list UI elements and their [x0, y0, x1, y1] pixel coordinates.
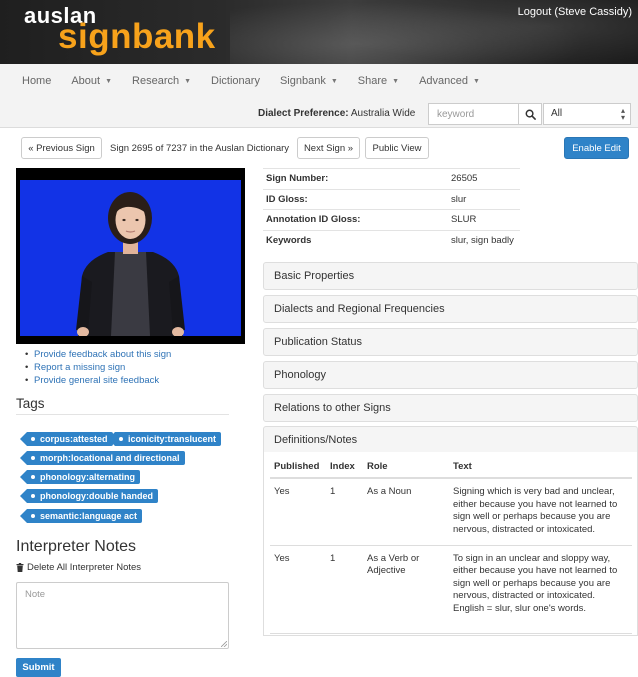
trash-icon: [16, 563, 24, 572]
info-row-annotation-gloss: Annotation ID Gloss: SLUR: [263, 209, 520, 230]
info-label: Annotation ID Gloss:: [263, 209, 448, 230]
feedback-links: Provide feedback about this sign Report …: [25, 348, 171, 387]
col-text: Text: [449, 456, 632, 479]
panel-basic-properties[interactable]: Basic Properties: [263, 262, 638, 290]
definition-index: 1: [326, 478, 363, 546]
nav-share[interactable]: Share ▼: [358, 72, 399, 90]
nav-signbank[interactable]: Signbank ▼: [280, 72, 338, 90]
submit-note-button[interactable]: Submit: [16, 658, 61, 677]
interpreter-notes-heading: Interpreter Notes: [16, 538, 137, 555]
panel-definitions-notes[interactable]: Definitions/Notes: [263, 426, 638, 454]
caret-down-icon: ▼: [330, 77, 338, 85]
select-arrows-icon: ▴ ▾: [620, 106, 625, 122]
video-frame: [20, 180, 241, 336]
tags-heading: Tags: [16, 396, 45, 411]
search-input[interactable]: [428, 103, 519, 125]
search-scope-value: All: [551, 108, 563, 119]
logo-signbank: signbank: [58, 17, 216, 56]
dialect-value: Australia Wide: [350, 108, 416, 119]
definition-role: As a Noun: [363, 478, 449, 546]
info-row-sign-number: Sign Number: 26505: [263, 168, 520, 189]
definition-text: To sign in an unclear and sloppy way, ei…: [449, 545, 632, 634]
search-scope-select[interactable]: All ▴ ▾: [543, 103, 631, 125]
info-row-keywords: Keywords slur, sign badly: [263, 229, 520, 251]
nav-menu: Home About ▼ Research ▼ Dictionary Signban…: [22, 72, 500, 90]
nav-advanced[interactable]: Advanced ▼: [419, 72, 480, 90]
resize-grip-icon[interactable]: [221, 641, 227, 647]
tags-divider: [16, 414, 229, 415]
caret-down-icon: ▼: [184, 77, 192, 85]
tag-morph-locational[interactable]: morph:locational and directional: [20, 451, 185, 465]
enable-edit-button[interactable]: Enable Edit: [564, 137, 629, 159]
table-row: Yes 1 As a Noun Signing which is very ba…: [270, 478, 632, 546]
definition-text: Signing which is very bad and unclear, e…: [449, 478, 632, 546]
caret-down-icon: ▼: [473, 77, 480, 85]
info-label: Keywords: [263, 229, 448, 251]
report-missing-sign-link[interactable]: Report a missing sign: [25, 361, 171, 374]
definitions-table: Published Index Role Text Yes 1 As a Nou…: [270, 456, 632, 634]
public-view-button[interactable]: Public View: [365, 137, 429, 159]
info-row-id-gloss: ID Gloss: slur: [263, 188, 520, 210]
next-sign-button[interactable]: Next Sign »: [297, 137, 360, 159]
caret-down-icon: ▼: [105, 77, 113, 85]
site-logo[interactable]: auslan signbank: [0, 0, 230, 64]
panel-dialects[interactable]: Dialects and Regional Frequencies: [263, 295, 638, 323]
previous-sign-button[interactable]: « Previous Sign: [21, 137, 102, 159]
tag-phonology-double-handed[interactable]: phonology:double handed: [20, 489, 158, 503]
nav-dictionary[interactable]: Dictionary: [211, 72, 260, 90]
definition-published: Yes: [270, 478, 326, 546]
delete-interpreter-notes[interactable]: Delete All Interpreter Notes: [16, 562, 141, 573]
site-header: auslan signbank Logout (Steve Cassidy): [0, 0, 638, 64]
nav-about[interactable]: About ▼: [71, 72, 112, 90]
dialect-preference[interactable]: Dialect Preference: Australia Wide: [258, 108, 415, 119]
caret-down-icon: ▼: [392, 77, 400, 85]
table-row: Yes 1 As a Verb or Adjective To sign in …: [270, 545, 632, 634]
tag-iconicity-translucent[interactable]: iconicity:translucent: [107, 432, 222, 446]
panel-relations[interactable]: Relations to other Signs: [263, 394, 638, 422]
feedback-sign-link[interactable]: Provide feedback about this sign: [25, 348, 171, 361]
info-value: slur, sign badly: [448, 229, 520, 251]
info-value: 26505: [448, 168, 520, 189]
logout-link[interactable]: Logout (Steve Cassidy): [518, 6, 632, 18]
definition-index: 1: [326, 545, 363, 634]
definitions-header-row: Published Index Role Text: [270, 456, 632, 479]
sign-count: Sign 2695 of 7237 in the Auslan Dictiona…: [110, 143, 290, 154]
sign-video-player[interactable]: [16, 168, 245, 344]
nav-research[interactable]: Research ▼: [132, 72, 191, 90]
delete-notes-label: Delete All Interpreter Notes: [27, 562, 142, 573]
info-value: slur: [448, 188, 520, 210]
site-feedback-link[interactable]: Provide general site feedback: [25, 374, 171, 387]
panel-phonology[interactable]: Phonology: [263, 361, 638, 389]
definition-role: As a Verb or Adjective: [363, 545, 449, 634]
tag-corpus-attested[interactable]: corpus:attested: [20, 432, 113, 446]
col-published: Published: [270, 456, 326, 479]
nav-home[interactable]: Home: [22, 72, 51, 90]
search-icon: [525, 109, 536, 120]
main-navbar: Home About ▼ Research ▼ Dictionary Signban…: [0, 64, 638, 128]
sign-info-table: Sign Number: 26505 ID Gloss: slur Annota…: [263, 168, 520, 251]
tag-phonology-alternating[interactable]: phonology:alternating: [20, 470, 140, 484]
col-index: Index: [326, 456, 363, 479]
interpreter-note-input[interactable]: [16, 582, 229, 649]
signer-figure: [76, 192, 185, 336]
search-button[interactable]: [518, 103, 542, 125]
info-label: Sign Number:: [263, 168, 448, 189]
dialect-label: Dialect Preference:: [258, 108, 349, 119]
col-role: Role: [363, 456, 449, 479]
info-label: ID Gloss:: [263, 188, 448, 210]
panel-publication-status[interactable]: Publication Status: [263, 328, 638, 356]
info-value: SLUR: [448, 209, 520, 230]
definition-published: Yes: [270, 545, 326, 634]
tag-semantic-language-act[interactable]: semantic:language act: [19, 509, 143, 523]
